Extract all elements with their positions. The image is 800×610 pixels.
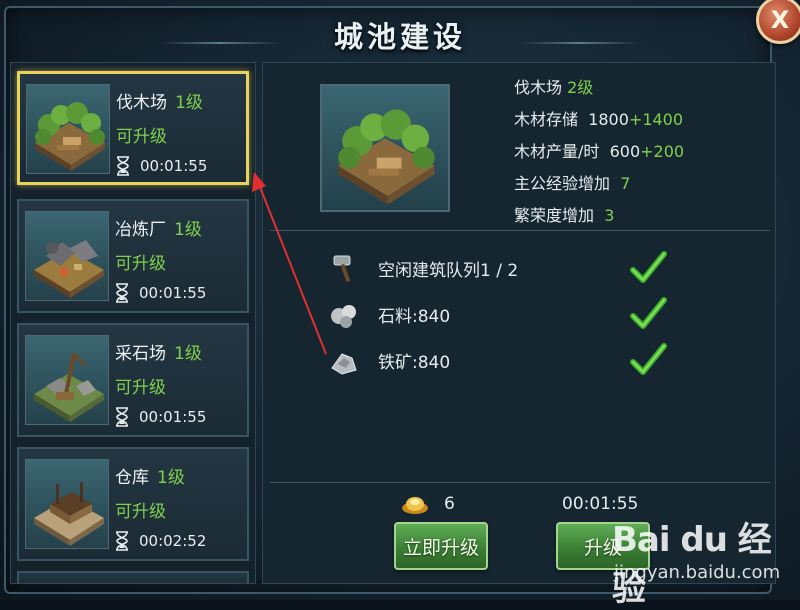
building-card-lumber-mill[interactable]: 伐木场 1级 可升级 00:01:55 bbox=[17, 71, 249, 185]
hourglass-icon bbox=[116, 407, 128, 427]
requirement-row: 铁矿:840 bbox=[328, 340, 678, 380]
detail-level: 2级 bbox=[567, 78, 594, 97]
lumber-mill-icon bbox=[26, 84, 110, 174]
building-status: 可升级 bbox=[115, 254, 166, 274]
warehouse-icon bbox=[25, 459, 109, 549]
gold-ingot-icon bbox=[402, 497, 428, 514]
stat-wood-production: 木材产量/时 600+200 bbox=[514, 142, 685, 161]
dialog-title: 城池建设 bbox=[333, 20, 466, 54]
gold-cost: 6 bbox=[444, 494, 455, 514]
building-name: 采石场 1级 bbox=[115, 344, 202, 364]
detail-title: 伐木场 2级 bbox=[514, 78, 594, 97]
requirement-row: 空闲建筑队列1 / 2 bbox=[328, 248, 678, 288]
instant-upgrade-button[interactable]: 立即升级 bbox=[394, 522, 488, 570]
check-icon bbox=[630, 343, 667, 375]
hammer-icon bbox=[333, 255, 351, 283]
building-level: 1级 bbox=[175, 93, 203, 113]
building-timer: 00:01:55 bbox=[115, 283, 206, 303]
quarry-icon bbox=[25, 335, 109, 425]
building-name: 仓库 1级 bbox=[115, 468, 185, 488]
building-card-partial[interactable] bbox=[17, 571, 249, 583]
check-icon bbox=[630, 297, 667, 329]
check-icon bbox=[630, 251, 667, 283]
building-card-quarry[interactable]: 采石场 1级 可升级 00:01:55 bbox=[17, 323, 249, 437]
smelter-icon bbox=[25, 211, 109, 301]
hourglass-icon bbox=[116, 531, 128, 551]
building-timer: 00:02:52 bbox=[115, 531, 206, 551]
stat-lord-exp: 主公经验增加 7 bbox=[514, 174, 631, 193]
baidu-watermark: Bai du 经验 jingyan.baidu.com bbox=[612, 512, 800, 609]
building-name: 冶炼厂 1级 bbox=[115, 220, 202, 240]
building-card-warehouse[interactable]: 仓库 1级 可升级 00:02:52 bbox=[17, 447, 249, 561]
building-timer: 00:01:55 bbox=[116, 156, 207, 176]
building-status: 可升级 bbox=[115, 378, 166, 398]
stat-wood-storage: 木材存储 1800+1400 bbox=[514, 110, 684, 129]
building-level: 1级 bbox=[174, 344, 202, 364]
title-ornament-left bbox=[160, 42, 280, 44]
watermark-logo: Bai du 经验 bbox=[612, 520, 772, 609]
building-name: 伐木场 1级 bbox=[116, 93, 203, 113]
title-bar: 城池建设 bbox=[160, 10, 640, 64]
section-divider bbox=[270, 230, 770, 231]
hourglass-icon bbox=[116, 283, 128, 303]
building-level: 1级 bbox=[174, 220, 202, 240]
upgrade-time: 00:01:55 bbox=[562, 494, 639, 514]
section-divider bbox=[270, 482, 770, 483]
close-icon: X bbox=[770, 6, 790, 34]
stone-icon bbox=[331, 305, 356, 328]
close-button[interactable]: X bbox=[756, 0, 800, 44]
requirement-row: 石料:840 bbox=[328, 294, 678, 334]
building-level: 1级 bbox=[157, 468, 185, 488]
stat-prosperity: 繁荣度增加 3 bbox=[514, 206, 615, 225]
lumber-mill-large-icon bbox=[320, 84, 450, 212]
building-list[interactable]: 伐木场1级 可升级 00:01:55 冶炼厂1级 可升级 00:01:55 bbox=[10, 62, 256, 584]
building-timer: 00:01:55 bbox=[115, 407, 206, 427]
watermark-url: jingyan.baidu.com bbox=[614, 562, 781, 583]
iron-ore-icon bbox=[331, 353, 357, 375]
building-status: 可升级 bbox=[116, 127, 167, 147]
title-ornament-right bbox=[520, 42, 640, 44]
building-card-smelter[interactable]: 冶炼厂 1级 可升级 00:01:55 bbox=[17, 199, 249, 313]
building-status: 可升级 bbox=[115, 502, 166, 522]
hourglass-icon bbox=[117, 156, 129, 176]
